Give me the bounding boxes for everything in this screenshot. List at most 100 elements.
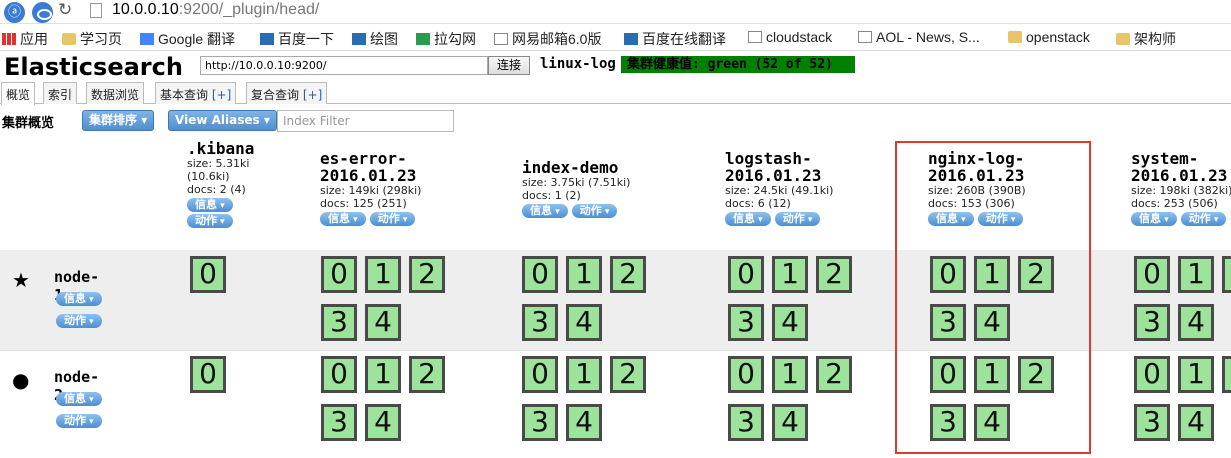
bookmark-draw[interactable]: 绘图 xyxy=(352,29,398,49)
index-size: size: 3.75ki (7.51ki) xyxy=(522,176,631,189)
bookmark-openstack[interactable]: openstack xyxy=(1008,29,1090,45)
shard-box[interactable]: 0 xyxy=(321,256,357,293)
info-menu-button[interactable]: 信息 xyxy=(1131,212,1177,226)
index-size-total: (10.6ki) xyxy=(187,170,230,183)
shard-box[interactable]: 2 xyxy=(816,256,852,293)
index-name-date: 2016.01.23 xyxy=(725,166,822,185)
apps-grid-icon xyxy=(2,33,16,45)
shard-box[interactable]: 1 xyxy=(365,356,401,393)
index-column-es-error: es-error- 2016.01.23 size: 149ki (298ki)… xyxy=(320,150,421,226)
action-menu-button[interactable]: 动作 xyxy=(369,212,416,226)
bookmark-apps[interactable]: 应用 xyxy=(2,29,48,49)
tab-basic-query[interactable]: 基本查询 [+] xyxy=(155,82,237,104)
bookmark-architect[interactable]: 架构师 xyxy=(1116,29,1176,49)
shard-box[interactable]: 0 xyxy=(728,356,764,393)
action-menu-button[interactable]: 动作 xyxy=(774,212,821,226)
shard-box[interactable]: 0 xyxy=(522,356,558,393)
shard-box[interactable]: 0 xyxy=(728,256,764,293)
shard-box[interactable]: 3 xyxy=(1134,304,1170,341)
index-docs: docs: 253 (506) xyxy=(1131,197,1218,210)
shard-box[interactable]: 2 xyxy=(409,256,445,293)
view-aliases-button[interactable]: View Aliases ▾ xyxy=(168,110,277,131)
index-name-date: 2016.01.23 xyxy=(320,166,417,185)
shard-box[interactable]: 1 xyxy=(566,256,602,293)
bookmark-aol[interactable]: AOL - News, S... xyxy=(858,29,980,45)
shard-box[interactable]: 0 xyxy=(1134,256,1170,293)
shard-box[interactable]: 4 xyxy=(772,304,808,341)
shard-box[interactable]: 0 xyxy=(321,356,357,393)
shard-box[interactable]: 3 xyxy=(1134,404,1170,441)
shard-box[interactable]: 1 xyxy=(566,356,602,393)
bookmark-163-mail[interactable]: 网易邮箱6.0版 xyxy=(494,29,601,49)
info-menu-button[interactable]: 信息 xyxy=(725,212,771,226)
shard-box[interactable]: 2 xyxy=(610,356,646,393)
shard-box[interactable]: 1 xyxy=(365,256,401,293)
tab-structured-query[interactable]: 复合查询 [+] xyxy=(246,82,328,104)
shard-box[interactable]: 1 xyxy=(772,256,808,293)
bookmark-study[interactable]: 学习页 xyxy=(62,29,122,49)
extension-eye-icon[interactable] xyxy=(32,2,53,23)
info-menu-button[interactable]: 信息 xyxy=(187,198,233,212)
tab-overview[interactable]: 概览 xyxy=(1,82,36,105)
action-menu-button[interactable]: 动作 xyxy=(571,204,618,218)
shard-box[interactable]: 1 xyxy=(772,356,808,393)
tab-indices[interactable]: 索引 xyxy=(43,82,78,104)
bookmarks-bar: 应用 学习页 Google 翻译 百度一下 绘图 拉勾网 网易邮箱6.0版 百度… xyxy=(0,25,1231,51)
shard-box[interactable]: 0 xyxy=(1134,356,1170,393)
shard-box[interactable]: 4 xyxy=(365,404,401,441)
cluster-sort-button[interactable]: 集群排序 ▾ xyxy=(82,110,155,131)
extension-a-icon[interactable]: ⓐ xyxy=(4,2,25,23)
index-column-index-demo: index-demo size: 3.75ki (7.51ki) docs: 1… xyxy=(522,159,630,218)
node-action-button[interactable]: 动作 xyxy=(56,414,102,428)
shard-box[interactable]: 3 xyxy=(321,304,357,341)
bookmark-cloudstack[interactable]: cloudstack xyxy=(748,29,832,45)
cluster-health-badge: 集群健康值: green (52 of 52) xyxy=(621,56,855,73)
node-info-button[interactable]: 信息 xyxy=(56,292,102,306)
tab-browser[interactable]: 数据浏览 xyxy=(86,82,145,104)
shard-box[interactable]: 2 xyxy=(1222,256,1231,293)
shard-box[interactable]: 3 xyxy=(522,304,558,341)
index-filter-input[interactable]: Index Filter xyxy=(277,110,454,132)
shard-box[interactable]: 2 xyxy=(409,356,445,393)
shard-box[interactable]: 4 xyxy=(1178,404,1214,441)
shard-box[interactable]: 1 xyxy=(1178,256,1214,293)
shard-box[interactable]: 2 xyxy=(610,256,646,293)
shard-box[interactable]: 2 xyxy=(816,356,852,393)
shard-box[interactable]: 3 xyxy=(321,404,357,441)
address-url[interactable]: 10.0.0.10:9200/_plugin/head/ xyxy=(112,1,319,19)
shard-box[interactable]: 4 xyxy=(566,304,602,341)
shard-box[interactable]: 0 xyxy=(190,356,226,393)
action-menu-button[interactable]: 动作 xyxy=(187,214,233,228)
connect-button[interactable]: 连接 xyxy=(488,56,530,75)
node-info-button[interactable]: 信息 xyxy=(56,392,102,406)
bookmark-lagou[interactable]: 拉勾网 xyxy=(416,29,476,49)
shard-box[interactable]: 4 xyxy=(365,304,401,341)
node-action-button[interactable]: 动作 xyxy=(56,314,102,328)
info-menu-button[interactable]: 信息 xyxy=(320,212,366,226)
shard-box[interactable]: 0 xyxy=(522,256,558,293)
info-menu-button[interactable]: 信息 xyxy=(522,204,568,218)
index-name-date: 2016.01.23 xyxy=(1131,166,1228,185)
bookmark-google-translate[interactable]: Google 翻译 xyxy=(140,29,235,49)
action-menu-button[interactable]: 动作 xyxy=(1180,212,1227,226)
cluster-url-input[interactable]: http://10.0.0.10:9200/ xyxy=(200,56,488,75)
index-docs: docs: 125 (251) xyxy=(320,197,407,210)
reload-icon[interactable]: ↻ xyxy=(58,0,72,20)
shard-box[interactable]: 4 xyxy=(1178,304,1214,341)
shard-box[interactable]: 4 xyxy=(566,404,602,441)
index-size: size: 198ki (382ki) xyxy=(1131,184,1231,197)
main-tabs: 概览 索引 数据浏览 基本查询 [+] 复合查询 [+] xyxy=(0,82,1231,105)
page-icon xyxy=(858,31,872,43)
shard-box[interactable]: 3 xyxy=(728,404,764,441)
index-column-logstash: logstash- 2016.01.23 size: 24.5ki (49.1k… xyxy=(725,150,833,226)
bookmark-baidu[interactable]: 百度一下 xyxy=(260,29,334,49)
bookmark-baidu-translate[interactable]: 百度在线翻译 xyxy=(624,29,726,49)
shard-box[interactable]: 4 xyxy=(772,404,808,441)
shard-box[interactable]: 0 xyxy=(190,256,226,293)
shard-box[interactable]: 3 xyxy=(728,304,764,341)
shard-box[interactable]: 3 xyxy=(522,404,558,441)
master-star-icon: ★ xyxy=(12,268,30,292)
shard-box[interactable]: 1 xyxy=(1178,356,1214,393)
index-name: es-error- xyxy=(320,149,407,168)
shard-box[interactable]: 2 xyxy=(1222,356,1231,393)
